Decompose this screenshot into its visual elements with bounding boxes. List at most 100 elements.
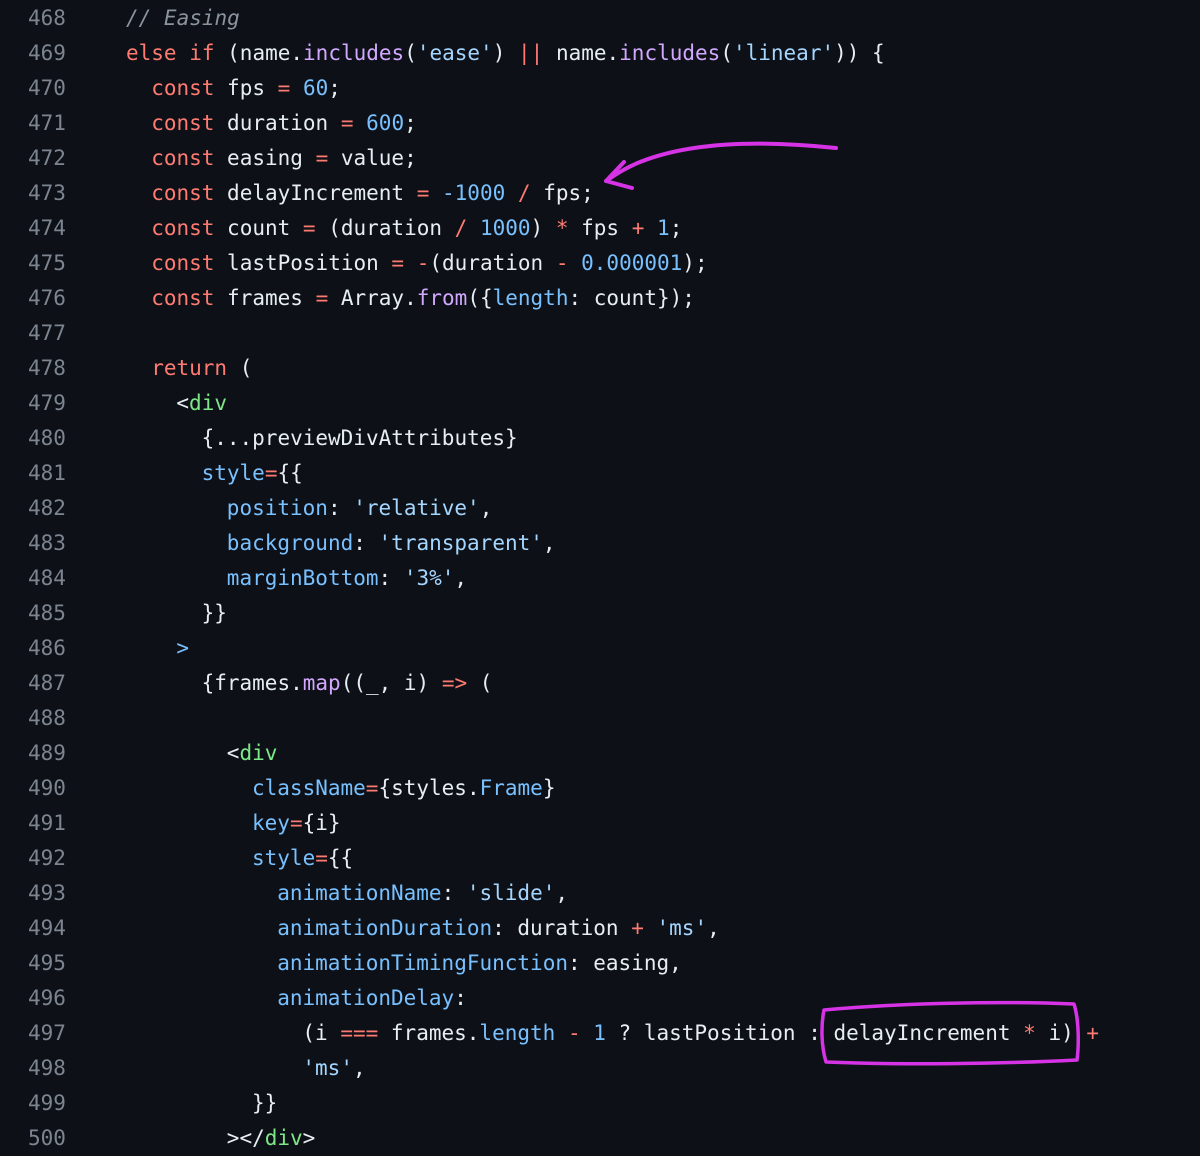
line-number[interactable]: 493 bbox=[28, 876, 88, 911]
code-text: key={i} bbox=[252, 806, 341, 841]
code-token: = bbox=[315, 286, 329, 310]
code-line[interactable]: 485}} bbox=[0, 596, 1200, 631]
line-number[interactable]: 472 bbox=[28, 141, 88, 176]
code-token: 1 bbox=[593, 1021, 606, 1045]
code-line[interactable]: 498 'ms', bbox=[0, 1051, 1200, 1086]
code-line[interactable]: 480 {...previewDivAttributes} bbox=[0, 421, 1200, 456]
line-number[interactable]: 489 bbox=[28, 736, 88, 771]
code-text: const count = (duration / 1000) * fps + … bbox=[151, 211, 682, 246]
line-number[interactable]: 470 bbox=[28, 71, 88, 106]
line-number[interactable]: 478 bbox=[28, 351, 88, 386]
code-token: from bbox=[416, 286, 468, 310]
code-token: else if bbox=[126, 41, 215, 65]
code-token: const bbox=[151, 76, 215, 100]
line-number[interactable]: 469 bbox=[28, 36, 88, 71]
line-number[interactable]: 492 bbox=[28, 841, 88, 876]
line-number[interactable]: 500 bbox=[28, 1121, 88, 1156]
code-line[interactable]: 484 marginBottom: '3%', bbox=[0, 561, 1200, 596]
line-number[interactable]: 499 bbox=[28, 1086, 88, 1121]
line-number[interactable]: 486 bbox=[28, 631, 88, 666]
code-line[interactable]: 472 const easing = value; bbox=[0, 141, 1200, 176]
code-line[interactable]: 477 bbox=[0, 316, 1200, 351]
line-number[interactable]: 482 bbox=[28, 491, 88, 526]
code-token: const bbox=[151, 216, 215, 240]
code-line[interactable]: 471 const duration = 600; bbox=[0, 106, 1200, 141]
code-line[interactable]: 470 const fps = 60; bbox=[0, 71, 1200, 106]
code-line[interactable]: 492 style={{ bbox=[0, 841, 1200, 876]
code-text: animationDuration: duration + 'ms', bbox=[277, 911, 720, 946]
line-number[interactable]: 495 bbox=[28, 946, 88, 981]
code-text: const frames = Array.from({length: count… bbox=[151, 281, 695, 316]
code-line[interactable]: 474 const count = (duration / 1000) * fps… bbox=[0, 211, 1200, 246]
code-line[interactable]: 493 animationName: 'slide', bbox=[0, 876, 1200, 911]
line-number[interactable]: 485 bbox=[28, 596, 88, 631]
code-line[interactable]: 497 (i === frames.length - 1 ? lastPositi… bbox=[0, 1016, 1200, 1051]
line-number[interactable]: 475 bbox=[28, 246, 88, 281]
line-number[interactable]: 476 bbox=[28, 281, 88, 316]
line-number[interactable]: 488 bbox=[28, 701, 88, 736]
code-token: ; bbox=[404, 111, 417, 135]
code-line[interactable]: 500 ></div> bbox=[0, 1121, 1200, 1156]
code-text: 'ms', bbox=[302, 1051, 365, 1086]
code-token: frames. bbox=[378, 1021, 480, 1045]
line-number[interactable]: 484 bbox=[28, 561, 88, 596]
code-line[interactable]: 486 > bbox=[0, 631, 1200, 666]
code-line[interactable]: 479 <div bbox=[0, 386, 1200, 421]
code-line[interactable]: 481 style={{ bbox=[0, 456, 1200, 491]
code-token: const bbox=[151, 286, 215, 310]
code-line[interactable]: 482 position: 'relative', bbox=[0, 491, 1200, 526]
code-token: lastPosition bbox=[214, 251, 392, 275]
line-number[interactable]: 491 bbox=[28, 806, 88, 841]
line-number[interactable]: 479 bbox=[28, 386, 88, 421]
line-number[interactable]: 498 bbox=[28, 1051, 88, 1086]
code-line[interactable]: 490 className={styles.Frame} bbox=[0, 771, 1200, 806]
line-number[interactable]: 468 bbox=[28, 1, 88, 36]
code-line[interactable]: 488 bbox=[0, 701, 1200, 736]
code-line[interactable]: 468 // Easing bbox=[0, 1, 1200, 36]
code-line[interactable]: 496 animationDelay: bbox=[0, 981, 1200, 1016]
code-line[interactable]: 483 background: 'transparent', bbox=[0, 526, 1200, 561]
code-token: = bbox=[340, 111, 354, 135]
code-line[interactable]: 473 const delayIncrement = -1000 / fps; bbox=[0, 176, 1200, 211]
code-token: animationDelay bbox=[277, 986, 455, 1010]
line-number[interactable]: 480 bbox=[28, 421, 88, 456]
code-token: , bbox=[707, 916, 720, 940]
code-line[interactable]: 476 const frames = Array.from({length: co… bbox=[0, 281, 1200, 316]
code-token: / bbox=[454, 216, 468, 240]
line-number[interactable]: 496 bbox=[28, 981, 88, 1016]
code-token: - bbox=[555, 251, 569, 275]
code-line[interactable]: 491 key={i} bbox=[0, 806, 1200, 841]
code-token: return bbox=[151, 356, 228, 380]
code-token: const bbox=[151, 251, 215, 275]
code-text: }} bbox=[252, 1086, 277, 1121]
line-number[interactable]: 494 bbox=[28, 911, 88, 946]
code-line[interactable]: 478 return ( bbox=[0, 351, 1200, 386]
line-number[interactable]: 487 bbox=[28, 666, 88, 701]
code-token: length bbox=[479, 1021, 556, 1045]
line-number[interactable]: 477 bbox=[28, 316, 88, 351]
line-number[interactable]: 481 bbox=[28, 456, 88, 491]
code-line[interactable]: 489 <div bbox=[0, 736, 1200, 771]
code-line[interactable]: 495 animationTimingFunction: easing, bbox=[0, 946, 1200, 981]
line-number[interactable]: 483 bbox=[28, 526, 88, 561]
code-line[interactable]: 469 else if (name.includes('ease') || nam… bbox=[0, 36, 1200, 71]
code-line[interactable]: 475 const lastPosition = -(duration - 0.0… bbox=[0, 246, 1200, 281]
code-token: (name. bbox=[214, 41, 304, 65]
code-token: : duration bbox=[492, 916, 632, 940]
code-token: fps bbox=[214, 76, 278, 100]
line-number[interactable]: 490 bbox=[28, 771, 88, 806]
line-number[interactable]: 497 bbox=[28, 1016, 88, 1051]
code-line[interactable]: 494 animationDuration: duration + 'ms', bbox=[0, 911, 1200, 946]
line-number[interactable]: 471 bbox=[28, 106, 88, 141]
code-token: || bbox=[518, 41, 544, 65]
code-line[interactable]: 487 {frames.map((_, i) => ( bbox=[0, 666, 1200, 701]
code-text: animationName: 'slide', bbox=[277, 876, 568, 911]
code-view[interactable]: 468// Easing 469 else if (name.includes('e… bbox=[0, 0, 1200, 1155]
line-number[interactable]: 473 bbox=[28, 176, 88, 211]
line-number[interactable]: 474 bbox=[28, 211, 88, 246]
code-line[interactable]: 499}} bbox=[0, 1086, 1200, 1121]
